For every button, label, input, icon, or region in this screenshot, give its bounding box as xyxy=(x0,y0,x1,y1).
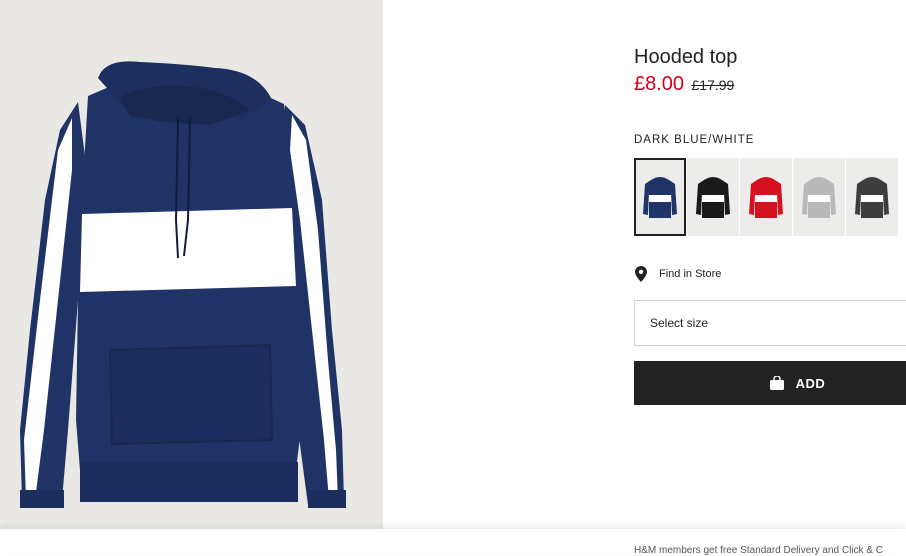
color-swatch[interactable] xyxy=(846,158,898,236)
add-to-bag-button[interactable]: ADD xyxy=(634,361,906,405)
color-swatch[interactable] xyxy=(687,158,739,236)
product-info: Hooded top £8.00 £17.99 DARK BLUE/WHITE … xyxy=(634,0,906,552)
size-select-placeholder: Select size xyxy=(650,316,709,330)
color-swatches xyxy=(634,158,899,236)
price-row: £8.00 £17.99 xyxy=(634,73,734,96)
size-select[interactable]: Select size xyxy=(634,300,906,346)
find-in-store-link[interactable]: Find in Store xyxy=(635,266,721,282)
color-swatch[interactable] xyxy=(634,158,686,236)
color-swatch[interactable] xyxy=(740,158,792,236)
add-to-bag-label: ADD xyxy=(795,375,826,391)
footer-member-text: H&M members get free Standard Delivery a… xyxy=(634,545,883,556)
hoodie-thumbnail-icon xyxy=(855,177,889,218)
selected-color-name: DARK BLUE/WHITE xyxy=(634,134,755,146)
sale-price: £8.00 xyxy=(634,73,685,95)
color-swatch[interactable] xyxy=(793,158,845,236)
product-title: Hooded top xyxy=(634,46,738,68)
original-price: £17.99 xyxy=(691,77,735,93)
find-in-store-label: Find in Store xyxy=(659,268,722,280)
hoodie-thumbnail-icon xyxy=(643,177,677,218)
hoodie-thumbnail-icon xyxy=(696,177,730,218)
hoodie-illustration xyxy=(20,61,346,508)
location-pin-icon xyxy=(635,266,647,282)
hoodie-thumbnail-icon xyxy=(802,177,836,218)
hoodie-thumbnail-icon xyxy=(749,177,783,218)
shopping-bag-icon xyxy=(769,376,784,390)
product-image[interactable] xyxy=(0,0,383,529)
